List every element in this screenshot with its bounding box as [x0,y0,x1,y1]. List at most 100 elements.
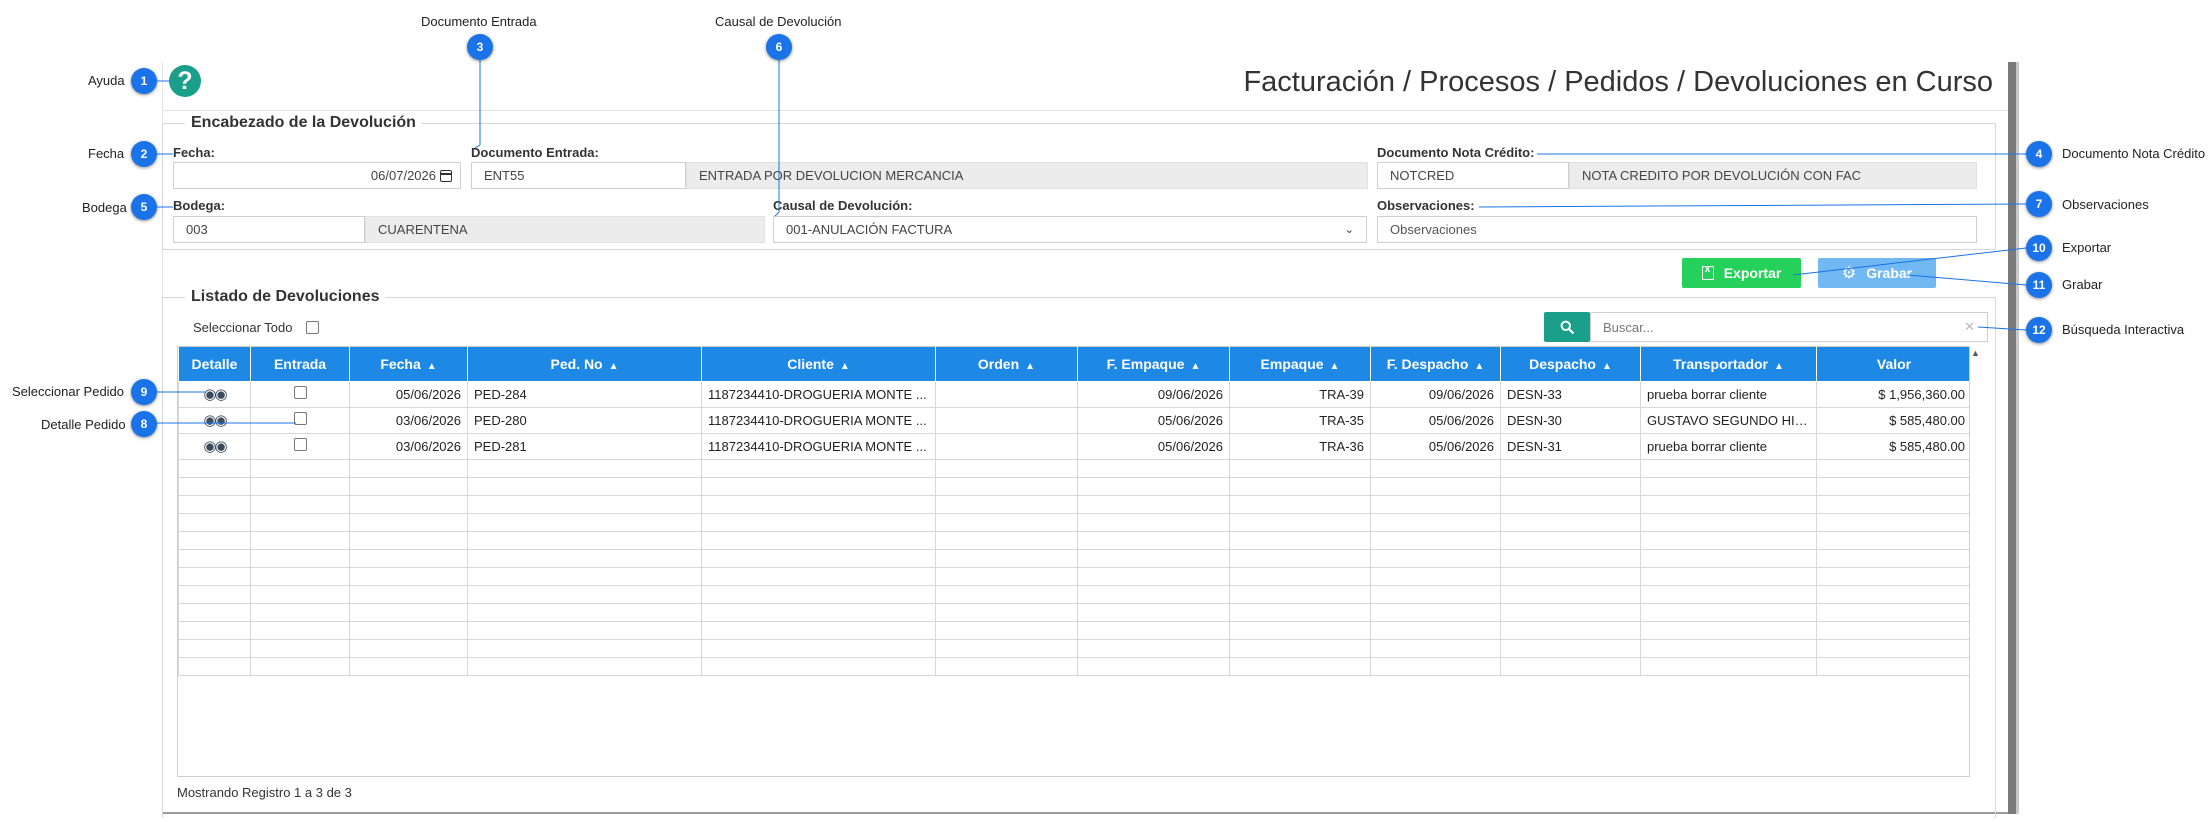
empty-row [178,602,1969,622]
sort-icon[interactable]: ▲︎ [1025,361,1035,372]
empty-cell [250,476,350,496]
empty-cell [701,584,936,604]
doc-entrada-input[interactable]: ENT55 [471,162,686,189]
empty-cell [250,602,350,622]
empty-row [178,476,1969,496]
sort-icon[interactable]: ▲︎ [427,361,437,372]
empty-cell [467,512,702,532]
col-header-f-empaque[interactable]: F. Empaque ▲︎ [1077,347,1230,382]
select-all-checkbox[interactable] [306,321,319,334]
empty-cell [349,620,468,640]
search-button[interactable] [1544,312,1590,342]
detail-cell[interactable]: ◉◉ [178,380,251,408]
doc-nota-input[interactable]: NOTCRED [1377,162,1569,189]
col-header-empaque[interactable]: Empaque ▲︎ [1229,347,1371,382]
sort-icon[interactable]: ▲︎ [1602,361,1612,372]
entrada-cell[interactable] [250,432,350,460]
causal-value: 001-ANULACIÓN FACTURA [786,222,953,237]
clear-icon[interactable]: ✕ [1964,319,1975,335]
sort-icon[interactable]: ▲︎ [840,361,850,372]
col-header-cliente[interactable]: Cliente ▲︎ [701,347,936,382]
empty-cell [935,638,1078,658]
empty-cell [1077,548,1230,568]
empty-cell [1640,494,1817,514]
empty-cell [701,620,936,640]
empty-cell [1816,656,1969,676]
table-row[interactable]: ◉◉ 03/06/2026 PED-280 1187234410-DROGUERIA … [178,406,1969,434]
cell-despacho: DESN-31 [1500,432,1641,460]
empty-cell [1229,602,1371,622]
empty-cell [467,620,702,640]
col-header-orden[interactable]: Orden ▲︎ [935,347,1078,382]
exportar-button-label: Exportar [1723,265,1782,281]
empty-cell [701,656,936,676]
empty-cell [1500,530,1641,550]
col-header-despacho[interactable]: Despacho ▲︎ [1500,347,1641,382]
empty-cell [1640,548,1817,568]
empty-cell [1370,476,1501,496]
title-divider [162,110,2008,111]
empty-cell [1816,458,1969,478]
col-header-f-despacho[interactable]: F. Despacho ▲︎ [1370,347,1501,382]
empty-row [178,548,1969,568]
calendar-icon[interactable] [440,169,452,182]
fecha-input[interactable]: 06/07/2026 [173,162,461,189]
bodega-input[interactable]: 003 [173,216,365,243]
col-header-ped-no[interactable]: Ped. No ▲︎ [467,347,702,382]
empty-cell [1370,584,1501,604]
annotation-badge-8: 8 [131,411,157,437]
grid-scroll-up-icon[interactable]: ▲ [1971,348,1980,358]
sort-icon[interactable]: ▲︎ [1774,361,1784,372]
exportar-button[interactable]: Exportar [1682,258,1801,288]
empty-cell [1640,566,1817,586]
row-checkbox[interactable] [293,386,307,399]
row-checkbox[interactable] [293,412,307,425]
page-scrollbar[interactable] [2008,62,2016,814]
cell-valor: $ 585,480.00 [1816,406,1969,434]
binoculars-icon[interactable]: ◉◉ [203,385,227,403]
empty-cell [1229,638,1371,658]
empty-cell [349,566,468,586]
empty-cell [1229,566,1371,586]
annotation-badge-6: 6 [766,34,792,60]
search-input[interactable]: Buscar... ✕ [1590,312,1988,342]
sort-icon[interactable]: ▲︎ [609,361,619,372]
empty-cell [250,458,350,478]
cell-orden [935,432,1078,460]
empty-row [178,458,1969,478]
grabar-button[interactable]: ⚙ Grabar [1818,258,1936,288]
col-header-valor: Valor [1816,347,1969,382]
empty-cell [1229,530,1371,550]
observaciones-label: Observaciones: [1377,198,1475,213]
detail-cell[interactable]: ◉◉ [178,406,251,434]
detail-cell[interactable]: ◉◉ [178,432,251,460]
binoculars-icon[interactable]: ◉◉ [203,411,227,429]
empty-cell [1077,530,1230,550]
binoculars-icon[interactable]: ◉◉ [203,437,227,455]
empty-cell [1370,494,1501,514]
cogs-icon: ⚙ [1841,265,1857,282]
empty-cell [1640,584,1817,604]
entrada-cell[interactable] [250,406,350,434]
empty-cell [1816,566,1969,586]
help-icon[interactable]: ? [169,65,201,97]
empty-cell [349,638,468,658]
observaciones-input[interactable]: Observaciones [1377,216,1977,243]
sort-icon[interactable]: ▲︎ [1330,361,1340,372]
col-header-transportador[interactable]: Transportador ▲︎ [1640,347,1817,382]
annotation-badge-5: 5 [131,194,157,220]
empty-cell [1229,458,1371,478]
empty-cell [1077,620,1230,640]
row-checkbox[interactable] [293,438,307,451]
table-row[interactable]: ◉◉ 03/06/2026 PED-281 1187234410-DROGUERIA … [178,432,1969,460]
entrada-cell[interactable] [250,380,350,408]
encabezado-legend: Encabezado de la Devolución [191,114,416,131]
table-row[interactable]: ◉◉ 05/06/2026 PED-284 1187234410-DROGUERIA … [178,380,1969,408]
empty-cell [467,584,702,604]
sort-icon[interactable]: ▲︎ [1190,361,1200,372]
causal-select[interactable]: 001-ANULACIÓN FACTURA ⌄ [773,216,1367,243]
col-header-fecha[interactable]: Fecha ▲︎ [349,347,468,382]
sort-icon[interactable]: ▲︎ [1474,361,1484,372]
cell-fecha: 05/06/2026 [349,380,468,408]
annotation-label-bodega: Bodega [82,200,127,215]
